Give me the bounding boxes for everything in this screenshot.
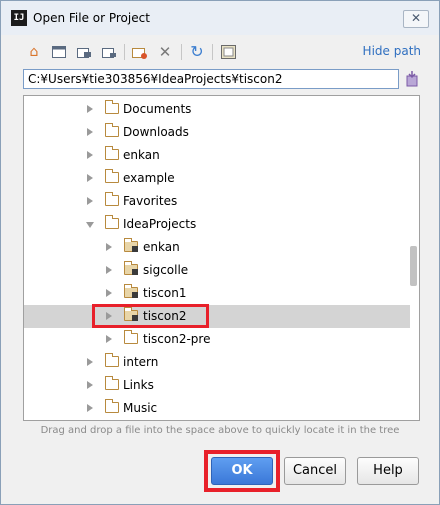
- project-icon[interactable]: [75, 43, 93, 61]
- tree-item-label: Links: [123, 378, 154, 392]
- tree-item-label: Documents: [123, 102, 192, 116]
- toolbar-separator: [181, 44, 182, 60]
- tree-item-label: enkan: [143, 240, 180, 254]
- tree-item-label: intern: [123, 355, 159, 369]
- tree-scrollbar[interactable]: [410, 246, 417, 286]
- path-history-icon[interactable]: [404, 69, 420, 89]
- tree-item-tiscon2[interactable]: tiscon2: [24, 305, 410, 328]
- file-tree[interactable]: Documents Downloads enkan example Favori…: [23, 95, 420, 421]
- expand-arrow-icon[interactable]: [106, 335, 112, 343]
- expand-arrow-icon[interactable]: [106, 243, 112, 251]
- folder-icon: [105, 192, 119, 206]
- folder-icon: [124, 330, 138, 344]
- module-folder-icon: [124, 238, 138, 252]
- hide-path-link[interactable]: Hide path: [363, 44, 421, 58]
- folder-icon: [105, 123, 119, 137]
- tree-item-tiscon1[interactable]: tiscon1: [24, 282, 410, 305]
- tree-item-enkan-module[interactable]: enkan: [24, 236, 410, 259]
- selection-highlight-annotation: [92, 304, 209, 328]
- cancel-button[interactable]: Cancel: [284, 457, 346, 485]
- tree-item-label: tiscon2-pre: [143, 332, 211, 346]
- close-button[interactable]: ✕: [403, 10, 429, 28]
- tree-item-favorites[interactable]: Favorites: [24, 190, 410, 213]
- folder-icon: [105, 353, 119, 367]
- open-file-dialog: IJ Open File or Project ✕ ⌂ ✕ ↻ Hide pat…: [0, 0, 440, 505]
- expand-arrow-icon[interactable]: [106, 289, 112, 297]
- dialog-title: Open File or Project: [33, 11, 150, 25]
- module-folder-icon: [124, 284, 138, 298]
- help-button[interactable]: Help: [357, 457, 419, 485]
- tree-item-links[interactable]: Links: [24, 374, 410, 397]
- intellij-app-icon: IJ: [11, 10, 27, 26]
- tree-item-label: IdeaProjects: [123, 217, 197, 231]
- tree-item-label: Favorites: [123, 194, 178, 208]
- tree-item-music[interactable]: Music: [24, 397, 410, 420]
- tree-item-label: example: [123, 171, 175, 185]
- show-hidden-icon[interactable]: [219, 43, 237, 61]
- new-folder-icon[interactable]: [131, 43, 149, 61]
- toolbar-separator: [124, 44, 125, 60]
- expand-arrow-icon[interactable]: [87, 128, 93, 136]
- refresh-icon[interactable]: ↻: [188, 43, 206, 61]
- folder-icon: [105, 100, 119, 114]
- desktop-icon[interactable]: [50, 43, 68, 61]
- expand-arrow-icon[interactable]: [87, 197, 93, 205]
- tree-item-label: enkan: [123, 148, 160, 162]
- expand-arrow-icon[interactable]: [87, 174, 93, 182]
- tree-item-sigcolle[interactable]: sigcolle: [24, 259, 410, 282]
- expand-arrow-icon[interactable]: [87, 358, 93, 366]
- tree-item-label: tiscon1: [143, 286, 187, 300]
- folder-icon: [105, 215, 119, 229]
- drag-drop-hint: Drag and drop a file into the space abov…: [40, 425, 400, 436]
- module-icon[interactable]: [100, 43, 118, 61]
- tree-item-tiscon2-pre[interactable]: tiscon2-pre: [24, 328, 410, 351]
- tree-item-downloads[interactable]: Downloads: [24, 121, 410, 144]
- folder-icon: [105, 399, 119, 413]
- tree-item-label: Downloads: [123, 125, 189, 139]
- title-bar: IJ Open File or Project ✕: [1, 1, 439, 35]
- tree-item-intern[interactable]: intern: [24, 351, 410, 374]
- expand-arrow-icon[interactable]: [87, 404, 93, 412]
- tree-item-label: Music: [123, 401, 158, 415]
- tree-item-example[interactable]: example: [24, 167, 410, 190]
- expand-arrow-icon[interactable]: [87, 381, 93, 389]
- ok-highlight-annotation: [204, 450, 280, 492]
- tree-item-ideaprojects[interactable]: IdeaProjects: [24, 213, 410, 236]
- folder-icon: [105, 146, 119, 160]
- path-input[interactable]: [23, 69, 399, 89]
- collapse-arrow-icon[interactable]: [86, 222, 94, 228]
- expand-arrow-icon[interactable]: [87, 105, 93, 113]
- folder-icon: [105, 376, 119, 390]
- toolbar-separator: [212, 44, 213, 60]
- delete-icon[interactable]: ✕: [156, 43, 174, 61]
- expand-arrow-icon[interactable]: [87, 151, 93, 159]
- home-icon[interactable]: ⌂: [25, 43, 43, 61]
- tree-item-label: sigcolle: [143, 263, 189, 277]
- expand-arrow-icon[interactable]: [106, 266, 112, 274]
- tree-item-documents[interactable]: Documents: [24, 98, 410, 121]
- module-folder-icon: [124, 261, 138, 275]
- folder-icon: [105, 169, 119, 183]
- tree-item-enkan[interactable]: enkan: [24, 144, 410, 167]
